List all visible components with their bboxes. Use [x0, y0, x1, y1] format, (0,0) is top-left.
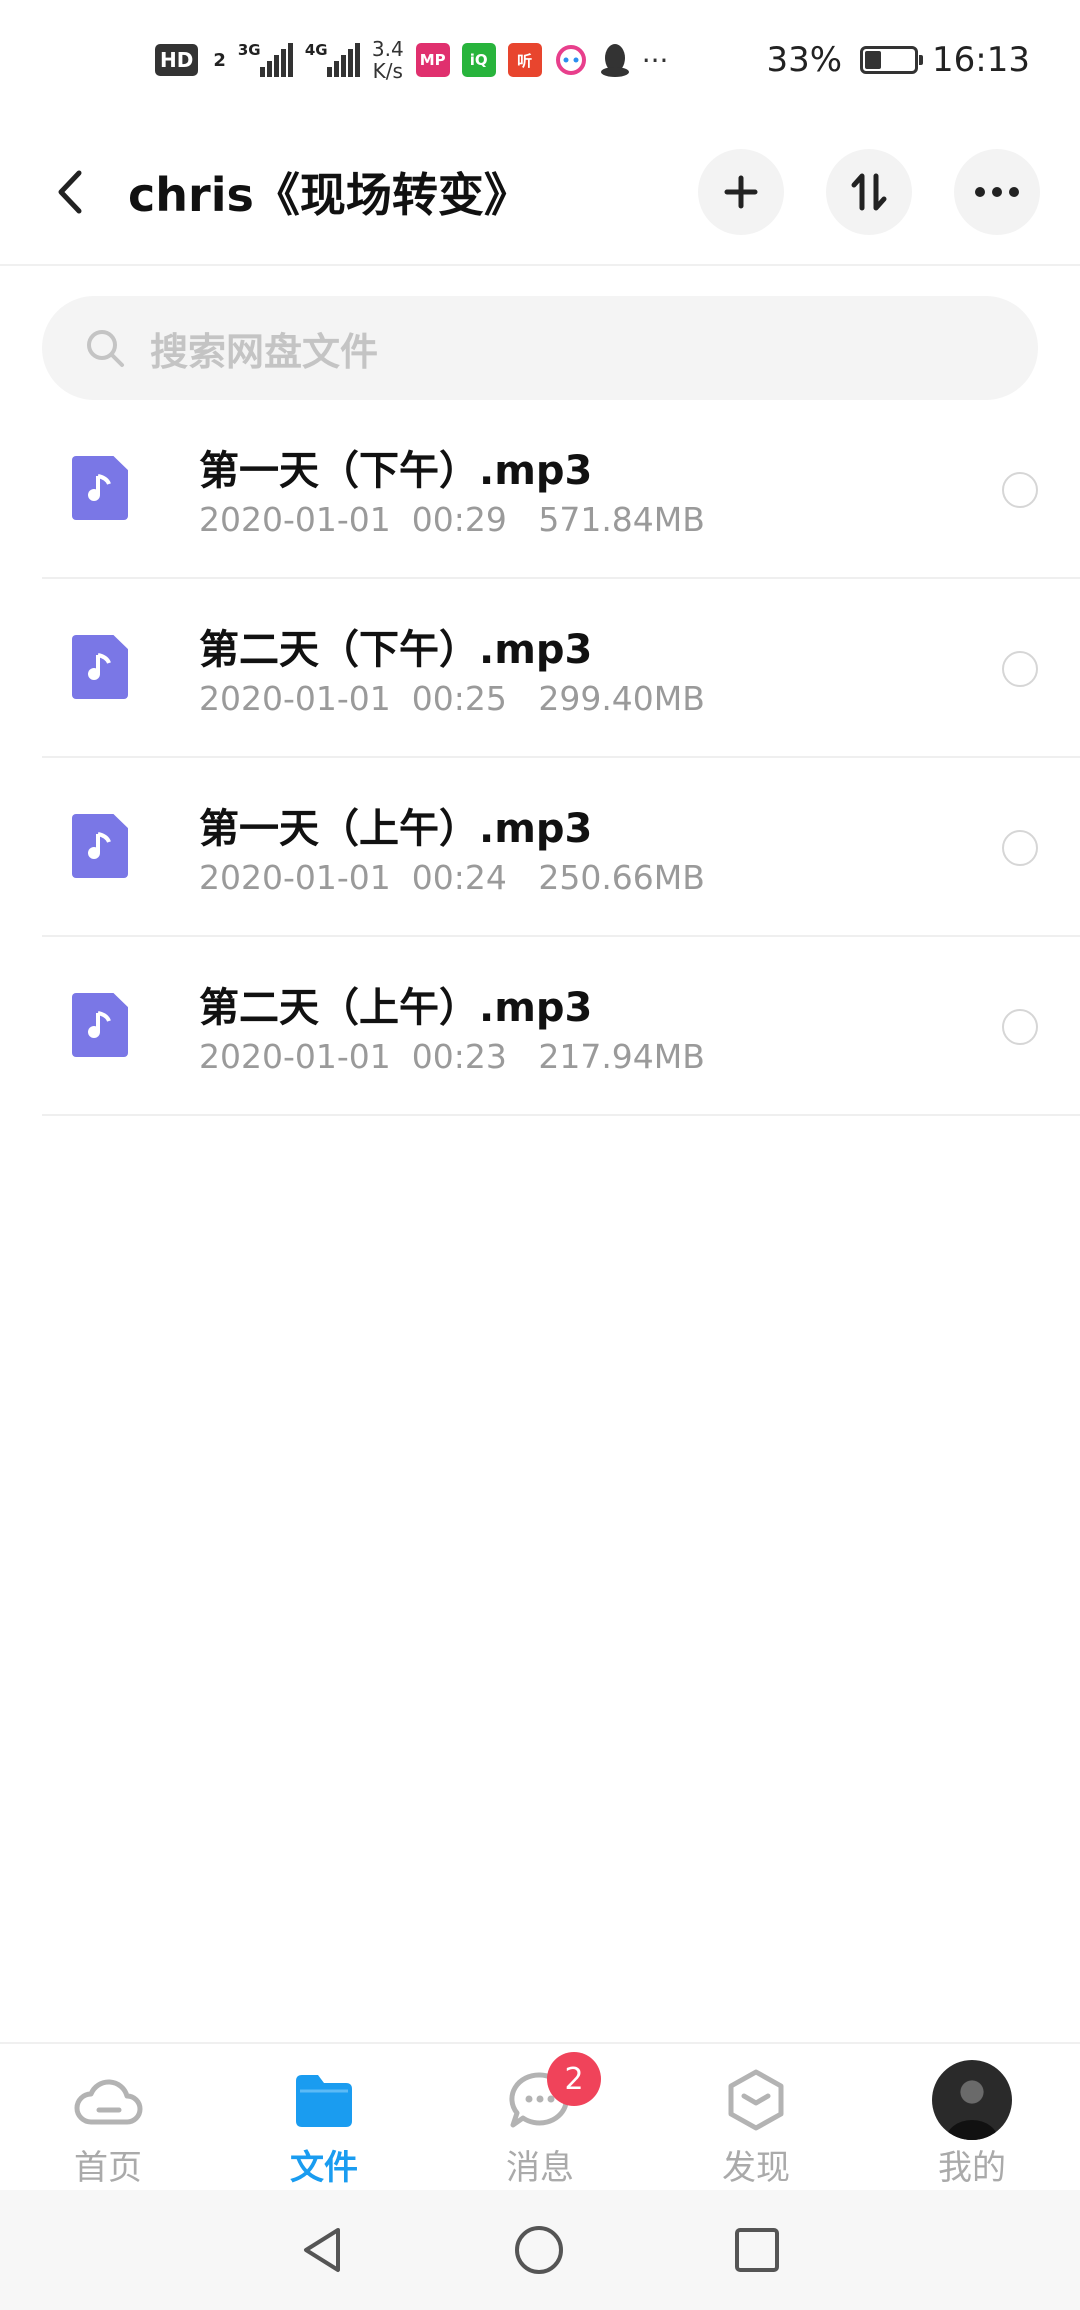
more-notifications-icon: ··· — [641, 43, 669, 77]
audio-file-icon — [72, 993, 128, 1057]
more-dots-icon — [975, 187, 1019, 197]
nav-item-discover[interactable]: 发现 — [648, 2044, 864, 2190]
qq-penguin-icon — [600, 44, 629, 77]
music-note-icon — [88, 1011, 111, 1038]
file-meta: 2020-01-01 00:25 299.40MB — [199, 679, 705, 718]
sort-icon — [851, 173, 887, 211]
hd-sub-label: 2 — [213, 49, 226, 71]
system-recents-icon[interactable] — [734, 2227, 780, 2273]
add-button[interactable] — [698, 149, 784, 235]
list-item[interactable]: 第一天（上午）.mp3 2020-01-01 00:24 250.66MB — [42, 758, 1080, 937]
list-item[interactable]: 第一天（下午）.mp3 2020-01-01 00:29 571.84MB — [42, 400, 1080, 579]
battery-level — [865, 51, 882, 69]
speed-unit: K/s — [372, 59, 403, 83]
nav-item-me[interactable]: 我的 — [864, 2044, 1080, 2190]
file-list: 第一天（下午）.mp3 2020-01-01 00:29 571.84MB 第二… — [0, 400, 1080, 1116]
hd-label: HD — [160, 48, 194, 72]
status-right: 33% 16:13 — [766, 40, 1030, 80]
nav-label-home: 首页 — [74, 2148, 142, 2188]
discover-cube-icon — [727, 2068, 785, 2132]
unread-badge: 2 — [547, 2052, 601, 2106]
file-meta: 2020-01-01 00:23 217.94MB — [199, 1037, 705, 1076]
audio-file-icon — [72, 814, 128, 878]
audio-file-icon — [72, 635, 128, 699]
back-button[interactable] — [40, 162, 100, 222]
sort-button[interactable] — [826, 149, 912, 235]
signal-4g-icon: 4G — [304, 41, 360, 77]
search-input[interactable]: 搜索网盘文件 — [42, 296, 1038, 400]
nav-item-messages[interactable]: 2 消息 — [432, 2044, 648, 2190]
clock: 16:13 — [932, 40, 1030, 80]
avatar — [932, 2060, 1012, 2140]
signal-3g-label: 3G — [237, 41, 261, 59]
more-button[interactable] — [954, 149, 1040, 235]
select-checkbox[interactable] — [1002, 472, 1038, 508]
speed-value: 3.4 — [371, 37, 404, 61]
file-meta: 2020-01-01 00:24 250.66MB — [199, 858, 705, 897]
select-checkbox[interactable] — [1002, 651, 1038, 687]
nav-label-me: 我的 — [938, 2148, 1006, 2188]
chat-bubble-app-icon — [555, 45, 586, 75]
list-item[interactable]: 第二天（下午）.mp3 2020-01-01 00:25 299.40MB — [42, 579, 1080, 758]
status-left: HD 2 3G 4G 3.4 K/s MP iQ 听 ··· — [155, 38, 668, 82]
music-note-icon — [88, 474, 111, 501]
system-back-icon[interactable] — [300, 2226, 344, 2274]
status-bar: HD 2 3G 4G 3.4 K/s MP iQ 听 ··· 33% 16:13 — [0, 0, 1080, 120]
battery-percent: 33% — [766, 40, 843, 80]
system-nav-bar — [0, 2190, 1080, 2310]
bottom-nav: 首页 文件 2 消息 发现 我的 — [0, 2042, 1080, 2190]
select-checkbox[interactable] — [1002, 830, 1038, 866]
search-placeholder: 搜索网盘文件 — [150, 329, 379, 374]
system-home-icon[interactable] — [514, 2225, 564, 2275]
nav-label-files: 文件 — [290, 2148, 358, 2188]
message-icon: 2 — [509, 2052, 601, 2132]
network-speed: 3.4 K/s — [372, 38, 404, 82]
header: chris《现场转变》 — [0, 120, 1080, 266]
iqiyi-app-icon: iQ — [461, 43, 496, 77]
file-meta: 2020-01-01 00:29 571.84MB — [199, 500, 705, 539]
nav-label-messages: 消息 — [506, 2148, 574, 2188]
music-note-icon — [88, 653, 111, 680]
search-icon — [87, 330, 124, 367]
list-item[interactable]: 第二天（上午）.mp3 2020-01-01 00:23 217.94MB — [42, 937, 1080, 1116]
page-title: chris《现场转变》 — [128, 168, 530, 222]
nav-item-home[interactable]: 首页 — [0, 2044, 216, 2190]
cloud-icon — [73, 2068, 143, 2132]
music-note-icon — [88, 832, 111, 859]
screen: HD 2 3G 4G 3.4 K/s MP iQ 听 ··· 33% 16:13… — [0, 0, 1080, 2310]
signal-4g-label: 4G — [304, 41, 328, 59]
chevron-left-icon — [58, 170, 82, 214]
battery-icon — [860, 46, 924, 74]
file-name: 第二天（下午）.mp3 — [199, 627, 593, 673]
file-name: 第一天（下午）.mp3 — [199, 448, 593, 494]
file-name: 第二天（上午）.mp3 — [199, 985, 593, 1031]
nav-label-discover: 发现 — [722, 2148, 790, 2188]
audio-file-icon — [72, 456, 128, 520]
signal-3g-icon: 3G — [237, 41, 293, 77]
ting-app-icon: 听 — [507, 43, 542, 77]
folder-icon — [294, 2068, 354, 2132]
hd-voice-icon: HD — [155, 44, 199, 76]
file-name: 第一天（上午）.mp3 — [199, 806, 593, 852]
plus-icon — [724, 175, 758, 209]
select-checkbox[interactable] — [1002, 1009, 1038, 1045]
mp-app-icon: MP — [415, 43, 450, 77]
nav-item-files[interactable]: 文件 — [216, 2044, 432, 2190]
